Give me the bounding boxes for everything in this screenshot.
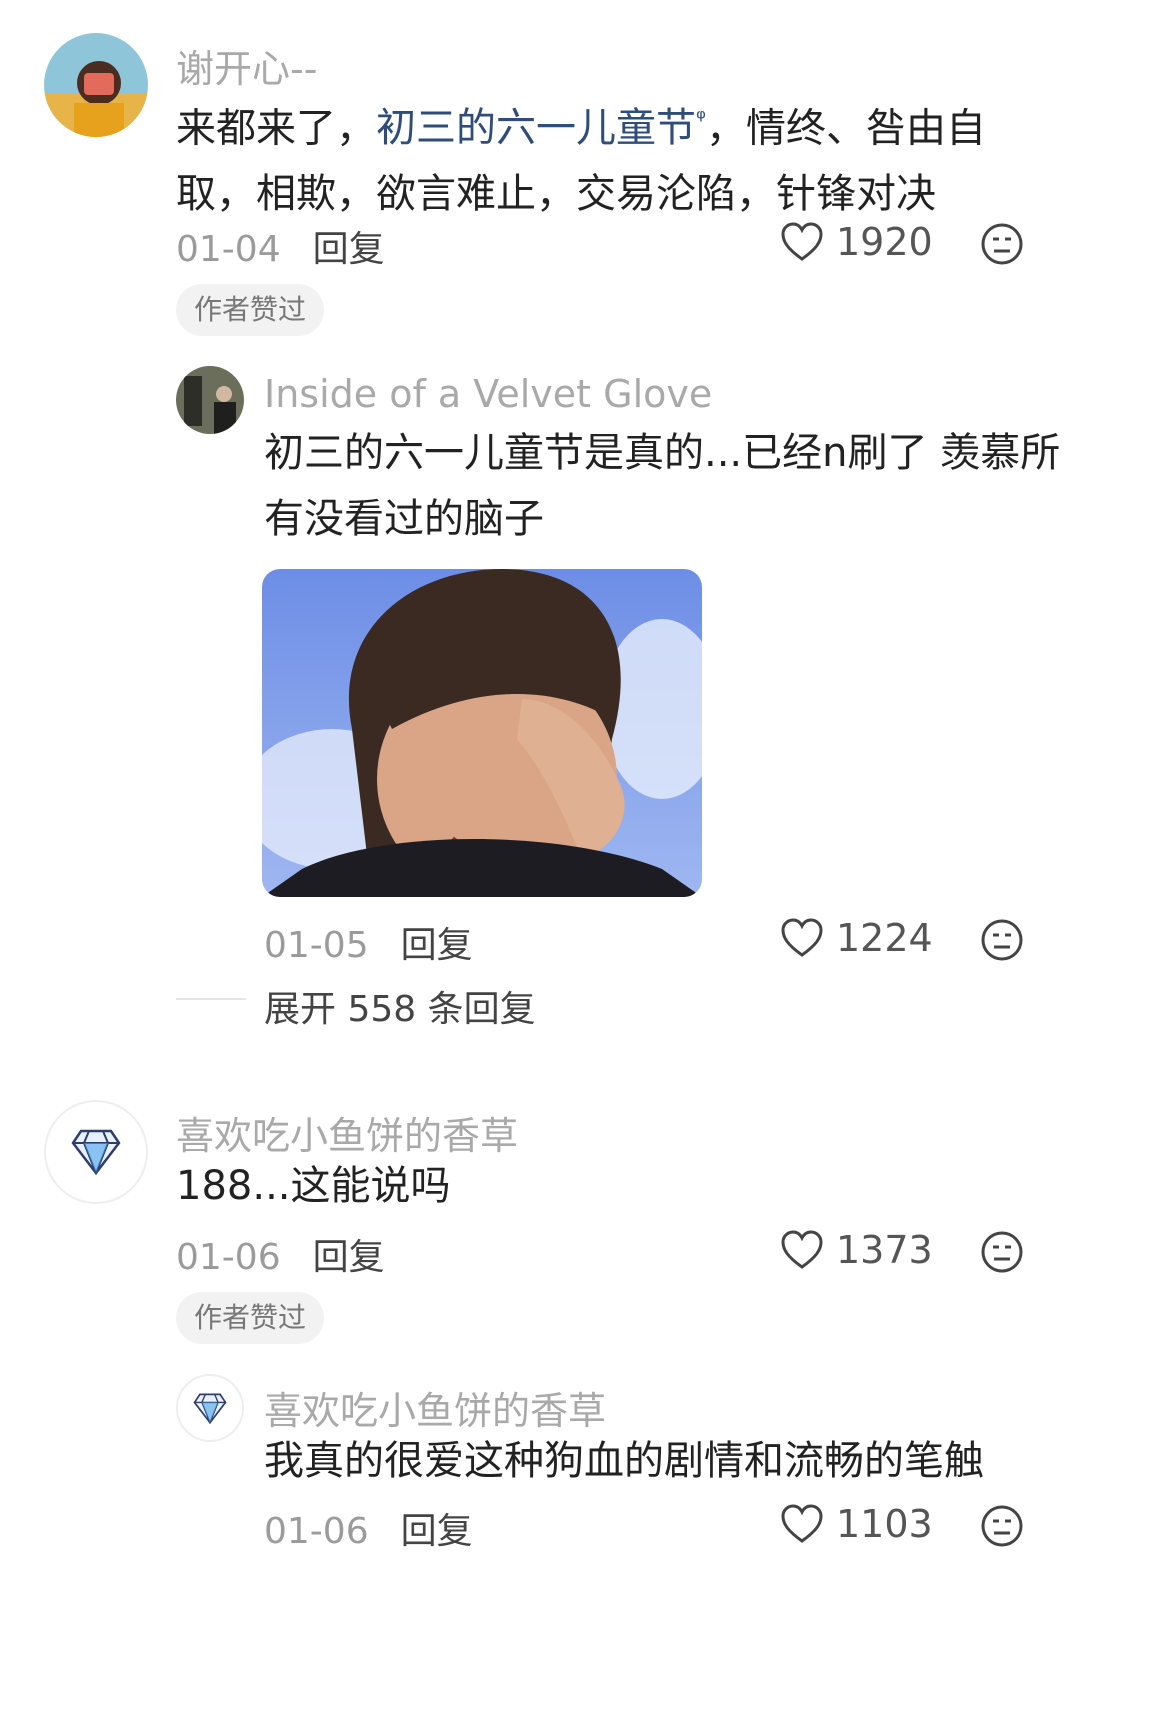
topic-link-label: 初三的六一儿童节 <box>376 105 696 152</box>
comment-username[interactable]: 谢开心-- <box>176 38 317 93</box>
comment-meta: 01-04 回复 <box>176 220 385 272</box>
comment-meta: 01-05 回复 <box>264 916 473 968</box>
comment-text-part: 初三的六一儿童节是真的...已经n刷了 羡慕所 <box>264 430 1061 476</box>
search-icon: ᵠ <box>696 105 706 133</box>
user-avatar[interactable] <box>176 366 244 434</box>
comment-text-part: 有没看过的脑子 <box>264 496 544 542</box>
comment-text: 我真的很爱这种狗血的剧情和流畅的笔触 <box>264 1428 1124 1494</box>
comment-username[interactable]: Inside of a Velvet Glove <box>264 372 712 416</box>
user-avatar[interactable] <box>176 1374 244 1442</box>
like-button[interactable]: 1103 <box>780 1502 933 1546</box>
expand-divider <box>176 998 246 1000</box>
comment-meta: 01-06 回复 <box>264 1502 473 1554</box>
comment-text-part: 我真的很爱这种狗血的剧情和流畅的笔触 <box>264 1438 984 1484</box>
expand-replies-button[interactable]: 展开 558 条回复 <box>264 980 536 1032</box>
comment-text-part: 取，相欺，欲言难止，交易沦陷，针锋对决 <box>176 171 936 218</box>
diamond-icon <box>193 1393 227 1424</box>
user-avatar[interactable] <box>44 1100 148 1204</box>
reply-button[interactable]: 回复 <box>313 1237 385 1278</box>
comment-text-part: ，情终、咎由自 <box>705 105 986 152</box>
author-liked-badge: 作者赞过 <box>176 1292 325 1344</box>
reply-button[interactable]: 回复 <box>401 1511 473 1552</box>
heart-outline-icon <box>781 1504 823 1543</box>
comment-text: 初三的六一儿童节是真的...已经n刷了 羡慕所 有没看过的脑子 <box>264 420 1124 552</box>
comment-username[interactable]: 喜欢吃小鱼饼的香草 <box>176 1105 518 1160</box>
heart-outline-icon <box>781 222 823 261</box>
comment-meta: 01-06 回复 <box>176 1228 385 1280</box>
like-count: 1373 <box>836 1228 933 1272</box>
like-button[interactable]: 1920 <box>780 220 933 264</box>
comment-text: 188...这能说吗 <box>176 1153 1126 1219</box>
comment-text-part: 来都来了， <box>176 105 376 152</box>
heart-outline-icon <box>781 1230 823 1269</box>
heart-outline-icon <box>781 918 823 957</box>
comment-username[interactable]: 喜欢吃小鱼饼的香草 <box>264 1380 606 1435</box>
comment-date: 01-05 <box>264 925 369 966</box>
comment-date: 01-06 <box>176 1237 281 1278</box>
user-avatar[interactable] <box>44 33 148 137</box>
meh-face-icon[interactable] <box>980 918 1024 966</box>
meh-face-icon[interactable] <box>980 1230 1024 1278</box>
comment-text: 来都来了，初三的六一儿童节ᵠ，情终、咎由自 取，相欺，欲言难止，交易沦陷，针锋对… <box>176 86 1126 227</box>
reply-button[interactable]: 回复 <box>401 925 473 966</box>
meh-face-icon[interactable] <box>980 222 1024 270</box>
like-count: 1920 <box>836 220 933 264</box>
diamond-icon <box>71 1129 121 1175</box>
meh-face-icon[interactable] <box>980 1504 1024 1552</box>
comment-date: 01-04 <box>176 229 281 270</box>
meme-image[interactable] <box>262 569 702 897</box>
like-button[interactable]: 1224 <box>780 916 933 960</box>
comment-text-part: 188...这能说吗 <box>176 1163 451 1209</box>
author-liked-badge: 作者赞过 <box>176 284 325 336</box>
like-count: 1103 <box>836 1502 933 1546</box>
reply-button[interactable]: 回复 <box>313 229 385 270</box>
comment-date: 01-06 <box>264 1511 369 1552</box>
topic-link[interactable]: 初三的六一儿童节ᵠ <box>376 105 706 151</box>
like-button[interactable]: 1373 <box>780 1228 933 1272</box>
like-count: 1224 <box>836 916 933 960</box>
